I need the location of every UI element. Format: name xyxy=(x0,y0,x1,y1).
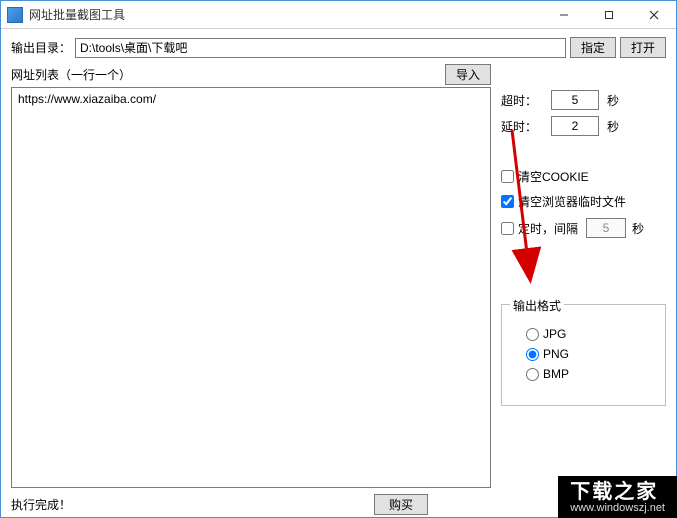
main-row: 网址列表（一行一个） 导入 超时： 秒 延时： 秒 xyxy=(11,64,666,488)
client-area: 输出目录： 指定 打开 网址列表（一行一个） 导入 超时： 秒 xyxy=(1,29,676,517)
clear-cookie-checkbox[interactable] xyxy=(501,170,514,183)
timeout-input[interactable] xyxy=(551,90,599,110)
format-jpg-row: JPG xyxy=(526,327,653,341)
titlebar: 网址批量截图工具 xyxy=(1,1,676,29)
window-title: 网址批量截图工具 xyxy=(29,6,541,23)
watermark-brand: 下载之家 xyxy=(570,482,665,502)
minimize-button[interactable] xyxy=(541,1,586,28)
timer-label[interactable]: 定时，间隔 xyxy=(518,220,578,237)
app-icon xyxy=(7,7,23,23)
import-button[interactable]: 导入 xyxy=(445,64,491,85)
delay-input[interactable] xyxy=(551,116,599,136)
clear-temp-row: 清空浏览器临时文件 xyxy=(501,193,666,210)
watermark: 下载之家 www.windowszj.net xyxy=(558,476,677,518)
left-col: 网址列表（一行一个） 导入 xyxy=(11,64,491,488)
timeout-label: 超时： xyxy=(501,92,545,109)
window-controls xyxy=(541,1,676,28)
timeout-unit: 秒 xyxy=(607,92,619,109)
maximize-icon xyxy=(604,10,614,20)
clear-temp-label[interactable]: 清空浏览器临时文件 xyxy=(518,193,626,210)
output-dir-row: 输出目录： 指定 打开 xyxy=(11,37,666,58)
delay-unit: 秒 xyxy=(607,118,619,135)
timer-value-input[interactable] xyxy=(586,218,626,238)
delay-label: 延时： xyxy=(501,118,545,135)
url-list-label: 网址列表（一行一个） xyxy=(11,66,441,83)
format-bmp-label[interactable]: BMP xyxy=(543,367,569,381)
format-jpg-label[interactable]: JPG xyxy=(543,327,566,341)
set-dir-button[interactable]: 指定 xyxy=(570,37,616,58)
format-bmp-radio[interactable] xyxy=(526,368,539,381)
timer-row: 定时，间隔 秒 xyxy=(501,218,666,238)
minimize-icon xyxy=(559,10,569,20)
maximize-button[interactable] xyxy=(586,1,631,28)
format-bmp-row: BMP xyxy=(526,367,653,381)
close-icon xyxy=(649,10,659,20)
timer-checkbox[interactable] xyxy=(501,222,514,235)
url-list-header-row: 网址列表（一行一个） 导入 xyxy=(11,64,491,85)
format-png-radio[interactable] xyxy=(526,348,539,361)
timeout-row: 超时： 秒 xyxy=(501,90,666,110)
main-window: 网址批量截图工具 输出目录： 指定 打开 网址列表（一行一个） 导入 xyxy=(0,0,677,518)
format-png-row: PNG xyxy=(526,347,653,361)
output-dir-label: 输出目录： xyxy=(11,39,71,56)
buy-button[interactable]: 购买 xyxy=(374,494,428,515)
delay-row: 延时： 秒 xyxy=(501,116,666,136)
url-list-textarea[interactable] xyxy=(11,87,491,488)
close-button[interactable] xyxy=(631,1,676,28)
output-format-fieldset: 输出格式 JPG PNG BMP xyxy=(501,304,666,406)
clear-cookie-label[interactable]: 清空COOKIE xyxy=(518,168,589,185)
open-dir-button[interactable]: 打开 xyxy=(620,37,666,58)
format-png-label[interactable]: PNG xyxy=(543,347,569,361)
status-text: 执行完成！ xyxy=(11,496,550,513)
output-dir-input[interactable] xyxy=(75,38,566,58)
timer-unit: 秒 xyxy=(632,220,644,237)
output-format-legend: 输出格式 xyxy=(510,297,564,314)
clear-temp-checkbox[interactable] xyxy=(501,195,514,208)
right-col: 超时： 秒 延时： 秒 清空COOKIE 清空浏览器临时文件 xyxy=(501,64,666,488)
clear-cookie-row: 清空COOKIE xyxy=(501,168,666,185)
watermark-url: www.windowszj.net xyxy=(570,502,665,514)
format-jpg-radio[interactable] xyxy=(526,328,539,341)
